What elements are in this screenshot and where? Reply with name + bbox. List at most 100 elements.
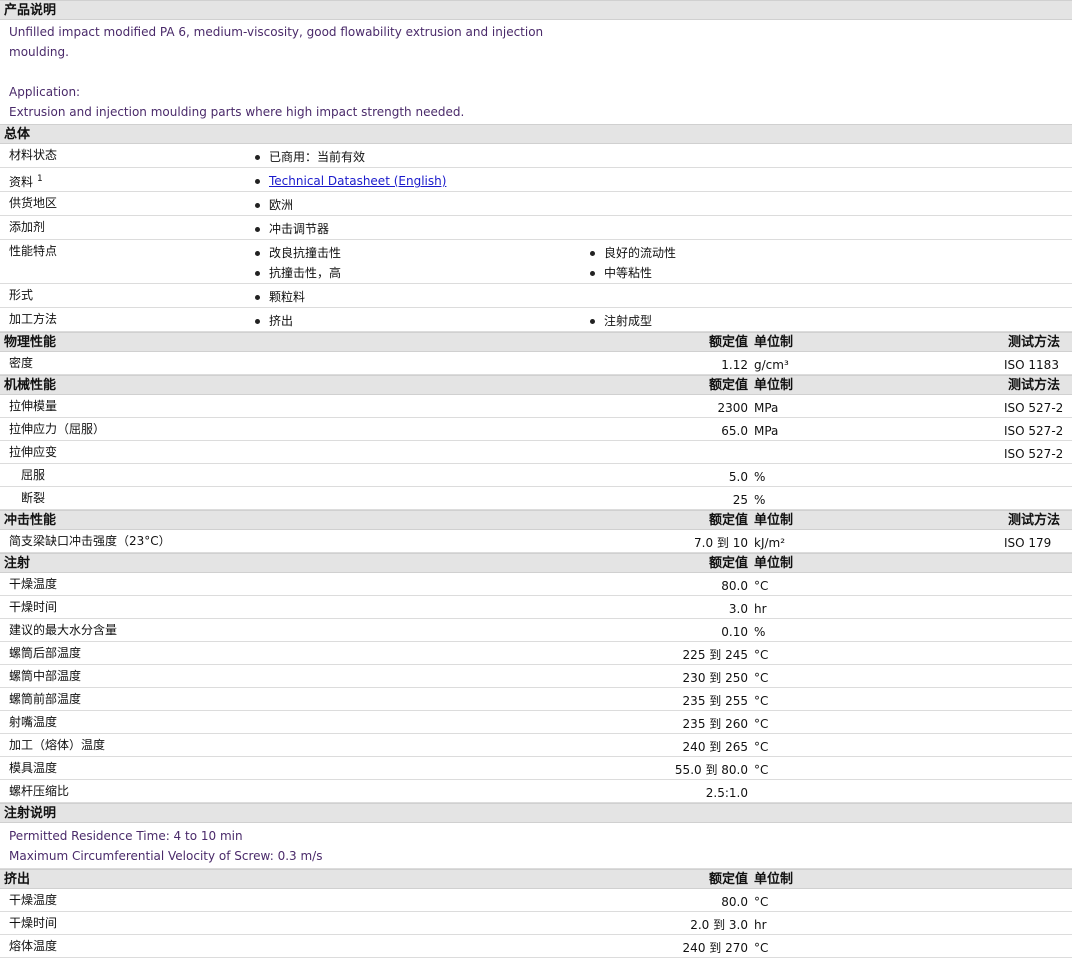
property-unit: °C (754, 763, 769, 777)
section-header-physical: 物理性能 额定值 单位制 测试方法 (0, 332, 1072, 352)
column-header-unit: 单位制 (754, 872, 794, 887)
property-row: 屈服 5.0% (0, 464, 1072, 487)
property-row: 建议的最大水分含量 0.10% (0, 619, 1072, 642)
column-header-value: 额定值 (708, 556, 748, 571)
test-method: ISO 527-2 (1004, 447, 1064, 461)
bullet-text: 改良抗撞击性 (269, 246, 342, 260)
value-column: 欧洲 (255, 195, 293, 215)
property-value: 1.12 (721, 358, 748, 372)
bullet-item: 颗粒料 (255, 287, 305, 307)
bullet-text: 注射成型 (604, 314, 653, 328)
column-header-method: 测试方法 (1007, 378, 1060, 393)
property-row: 螺筒中部温度 230 到 250 °C (0, 665, 1072, 688)
property-unit: MPa (754, 401, 779, 415)
section-header-general: 总体 (0, 124, 1072, 144)
property-unit: °C (754, 740, 769, 754)
property-unit: °C (754, 941, 769, 955)
property-value: 25 (732, 493, 748, 507)
row-label: 加工方法 (9, 311, 57, 327)
datasheet-link[interactable]: Technical Datasheet (English) (269, 171, 446, 191)
property-unit: °C (754, 694, 769, 708)
property-unit: hr (754, 602, 767, 616)
extrusion-table: 干燥温度 80.0 °C 干燥时间 2.0 到 3.0 hr 熔体温度 240 到 270 °C (0, 889, 1072, 958)
property-label: 干燥时间 (9, 916, 58, 930)
footnote-marker: 1 (37, 174, 43, 184)
bullet-text: 颗粒料 (269, 290, 306, 304)
bullet-item: 改良抗撞击性 (255, 243, 341, 263)
column-header-value: 额定值 (708, 513, 748, 528)
section-title: 产品说明 (4, 3, 57, 18)
property-value: 240 到 270 (682, 941, 748, 955)
value-column: 注射成型 (590, 311, 652, 331)
property-label: 干燥时间 (9, 600, 58, 614)
bullet-item: 已商用：当前有效 (255, 147, 365, 167)
property-unit: % (754, 493, 766, 507)
bullet-item: 抗撞击性，高 (255, 263, 341, 283)
bullet-text: 抗撞击性，高 (269, 266, 342, 280)
property-value: 235 到 260 (682, 717, 748, 731)
row-label: 添加剂 (9, 219, 45, 235)
property-row: 拉伸应力（屈服） 65.0 MPa ISO 527-2 (0, 418, 1072, 441)
general-row: 材料状态 已商用：当前有效 (0, 144, 1072, 168)
note-line: Maximum Circumferential Velocity of Scre… (9, 849, 323, 863)
row-label: 资料 1 (9, 171, 43, 190)
note-line: Permitted Residence Time: 4 to 10 min (9, 829, 243, 843)
property-row: 密度 1.12 g/cm³ ISO 1183 (0, 352, 1072, 375)
column-header-value: 额定值 (708, 335, 748, 350)
property-label: 射嘴温度 (9, 715, 58, 729)
bullet-icon (590, 250, 595, 256)
row-label: 供货地区 (9, 195, 57, 211)
property-label: 密度 (9, 356, 34, 370)
column-header-unit: 单位制 (754, 556, 794, 571)
bullet-item: 注射成型 (590, 311, 652, 331)
property-row: 模具温度 55.0 到 80.0 °C (0, 757, 1072, 780)
property-value: 2.0 到 3.0 (690, 918, 748, 932)
property-value: 65.0 (721, 424, 748, 438)
property-unit: % (754, 625, 766, 639)
property-label: 螺杆压缩比 (9, 784, 70, 798)
test-method: ISO 527-2 (1004, 424, 1064, 438)
row-label: 材料状态 (9, 147, 57, 163)
property-row: 拉伸应变 ISO 527-2 (0, 441, 1072, 464)
property-value: 2.5:1.0 (705, 786, 748, 800)
bullet-icon (590, 270, 595, 276)
bullet-item: 中等粘性 (590, 263, 676, 283)
bullet-text: 良好的流动性 (604, 246, 677, 260)
test-method: ISO 1183 (1004, 358, 1059, 372)
property-label: 模具温度 (9, 761, 58, 775)
injection-notes: Permitted Residence Time: 4 to 10 min Ma… (0, 823, 1072, 869)
application-label: Application: (9, 85, 81, 99)
general-row: 添加剂 冲击调节器 (0, 216, 1072, 240)
property-value: 5.0 (728, 470, 748, 484)
property-value: 7.0 到 10 (694, 536, 748, 550)
section-header-injection: 注射 额定值 单位制 (0, 553, 1072, 573)
property-row: 干燥时间 3.0 hr (0, 596, 1072, 619)
property-label: 断裂 (21, 491, 46, 505)
row-label-text: 加工方法 (9, 312, 58, 326)
property-label: 熔体温度 (9, 939, 58, 953)
property-label: 屈服 (21, 468, 46, 482)
physical-table: 密度 1.12 g/cm³ ISO 1183 (0, 352, 1072, 375)
bullet-item: 良好的流动性 (590, 243, 676, 263)
value-column: 良好的流动性中等粘性 (590, 243, 676, 283)
bullet-icon (255, 270, 260, 276)
property-row: 螺筒后部温度 225 到 245 °C (0, 642, 1072, 665)
property-row: 拉伸模量 2300 MPa ISO 527-2 (0, 395, 1072, 418)
product-description: Unfilled impact modified PA 6, medium-vi… (0, 20, 1072, 124)
bullet-icon (255, 178, 260, 184)
property-row: 简支梁缺口冲击强度（23°C） 7.0 到 10 kJ/m² ISO 179 (0, 530, 1072, 553)
property-row: 熔体温度 240 到 270 °C (0, 935, 1072, 958)
injection-table: 干燥温度 80.0 °C 干燥时间 3.0 hr 建议的最大水分含量 0.10% 螺筒后部温度 2… (0, 573, 1072, 803)
property-unit: kJ/m² (754, 536, 786, 550)
value-column: 挤出 (255, 311, 293, 331)
section-title: 冲击性能 (4, 513, 57, 528)
section-header-impact: 冲击性能 额定值 单位制 测试方法 (0, 510, 1072, 530)
property-label: 螺筒后部温度 (9, 646, 82, 660)
property-label: 简支梁缺口冲击强度（23°C） (9, 534, 171, 548)
bullet-icon (255, 318, 260, 324)
section-header-product-description: 产品说明 (0, 0, 1072, 20)
bullet-text: 冲击调节器 (269, 222, 330, 236)
bullet-icon (255, 294, 260, 300)
row-label-text: 性能特点 (9, 244, 58, 258)
property-label: 螺筒中部温度 (9, 669, 82, 683)
